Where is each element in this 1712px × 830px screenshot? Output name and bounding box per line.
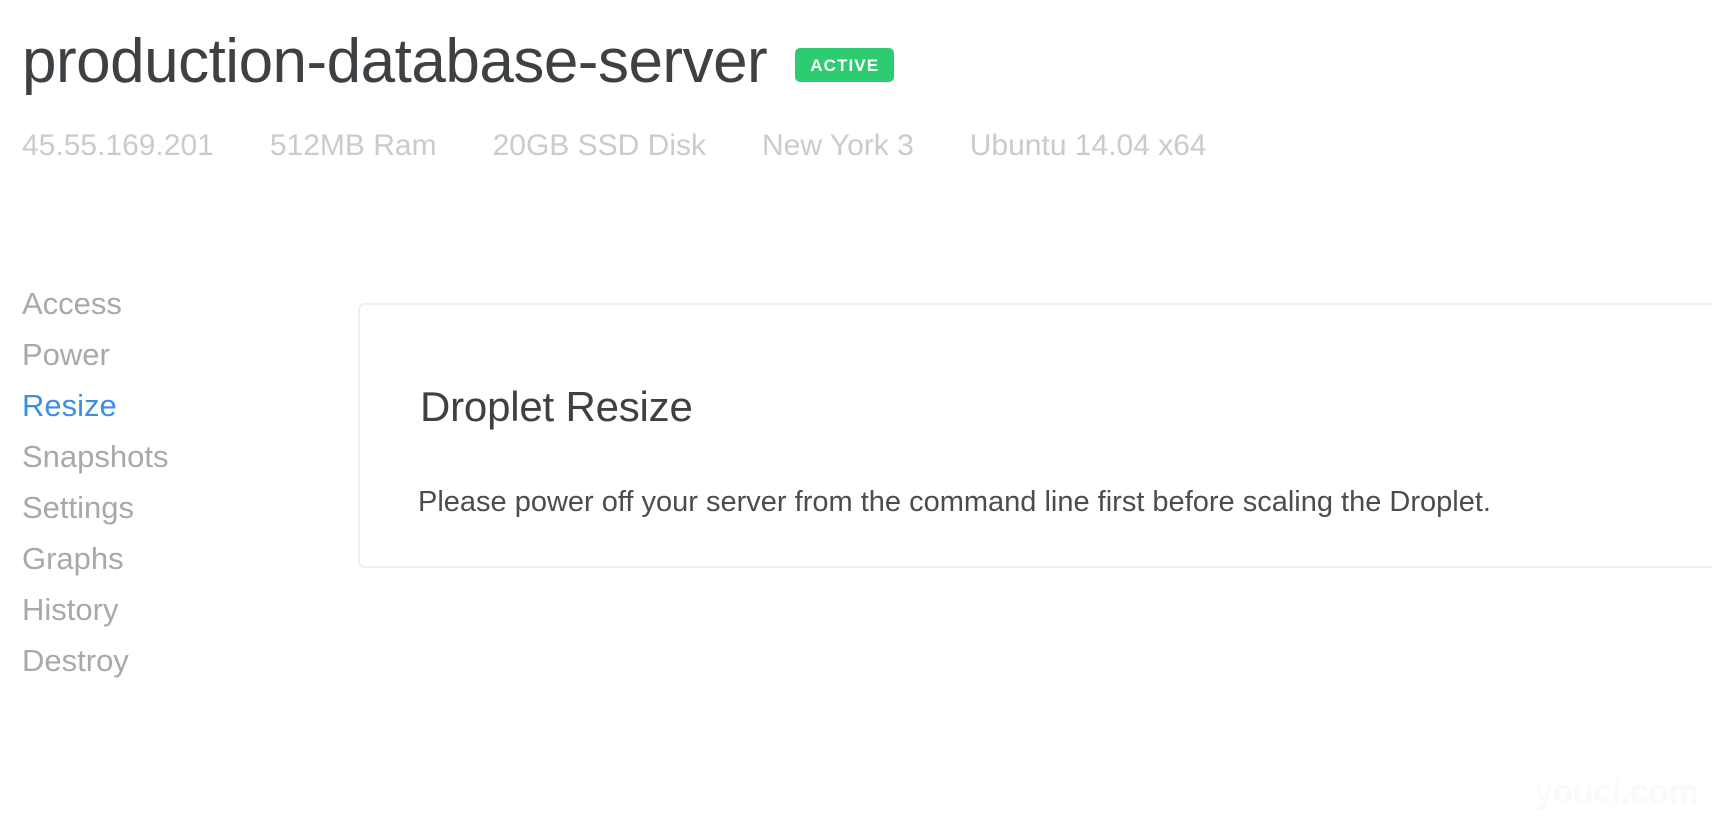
sidebar-item-access[interactable]: Access <box>22 278 322 329</box>
meta-disk: 20GB SSD Disk <box>492 129 706 162</box>
page-title: production-database-server <box>22 27 768 96</box>
sidebar-nav: Access Power Resize Snapshots Settings G… <box>22 278 322 686</box>
page-header: production-database-server ACTIVE 45.55.… <box>22 20 1622 166</box>
droplet-detail-page: production-database-server ACTIVE 45.55.… <box>0 0 1712 830</box>
status-badge: ACTIVE <box>795 48 895 82</box>
droplet-meta-row: 45.55.169.201 512MB Ram 20GB SSD Disk Ne… <box>22 126 1622 166</box>
meta-region: New York 3 <box>762 129 914 162</box>
watermark: youci.com <box>1534 773 1698 811</box>
sidebar-item-snapshots[interactable]: Snapshots <box>22 431 322 482</box>
meta-memory: 512MB Ram <box>269 129 437 162</box>
sidebar-item-settings[interactable]: Settings <box>22 482 322 533</box>
title-row: production-database-server ACTIVE <box>22 20 1622 104</box>
meta-os: Ubuntu 14.04 x64 <box>969 129 1207 162</box>
sidebar-item-power[interactable]: Power <box>22 329 322 380</box>
card-body-text: Please power off your server from the co… <box>418 486 1491 518</box>
sidebar-item-history[interactable]: History <box>22 584 322 635</box>
sidebar-item-destroy[interactable]: Destroy <box>22 635 322 686</box>
droplet-resize-card: Droplet Resize Please power off your ser… <box>358 303 1712 568</box>
card-heading: Droplet Resize <box>420 383 693 431</box>
sidebar-item-resize[interactable]: Resize <box>22 380 322 431</box>
meta-ip-address: 45.55.169.201 <box>22 129 214 162</box>
body-area: Access Power Resize Snapshots Settings G… <box>0 278 1712 830</box>
sidebar-item-graphs[interactable]: Graphs <box>22 533 322 584</box>
